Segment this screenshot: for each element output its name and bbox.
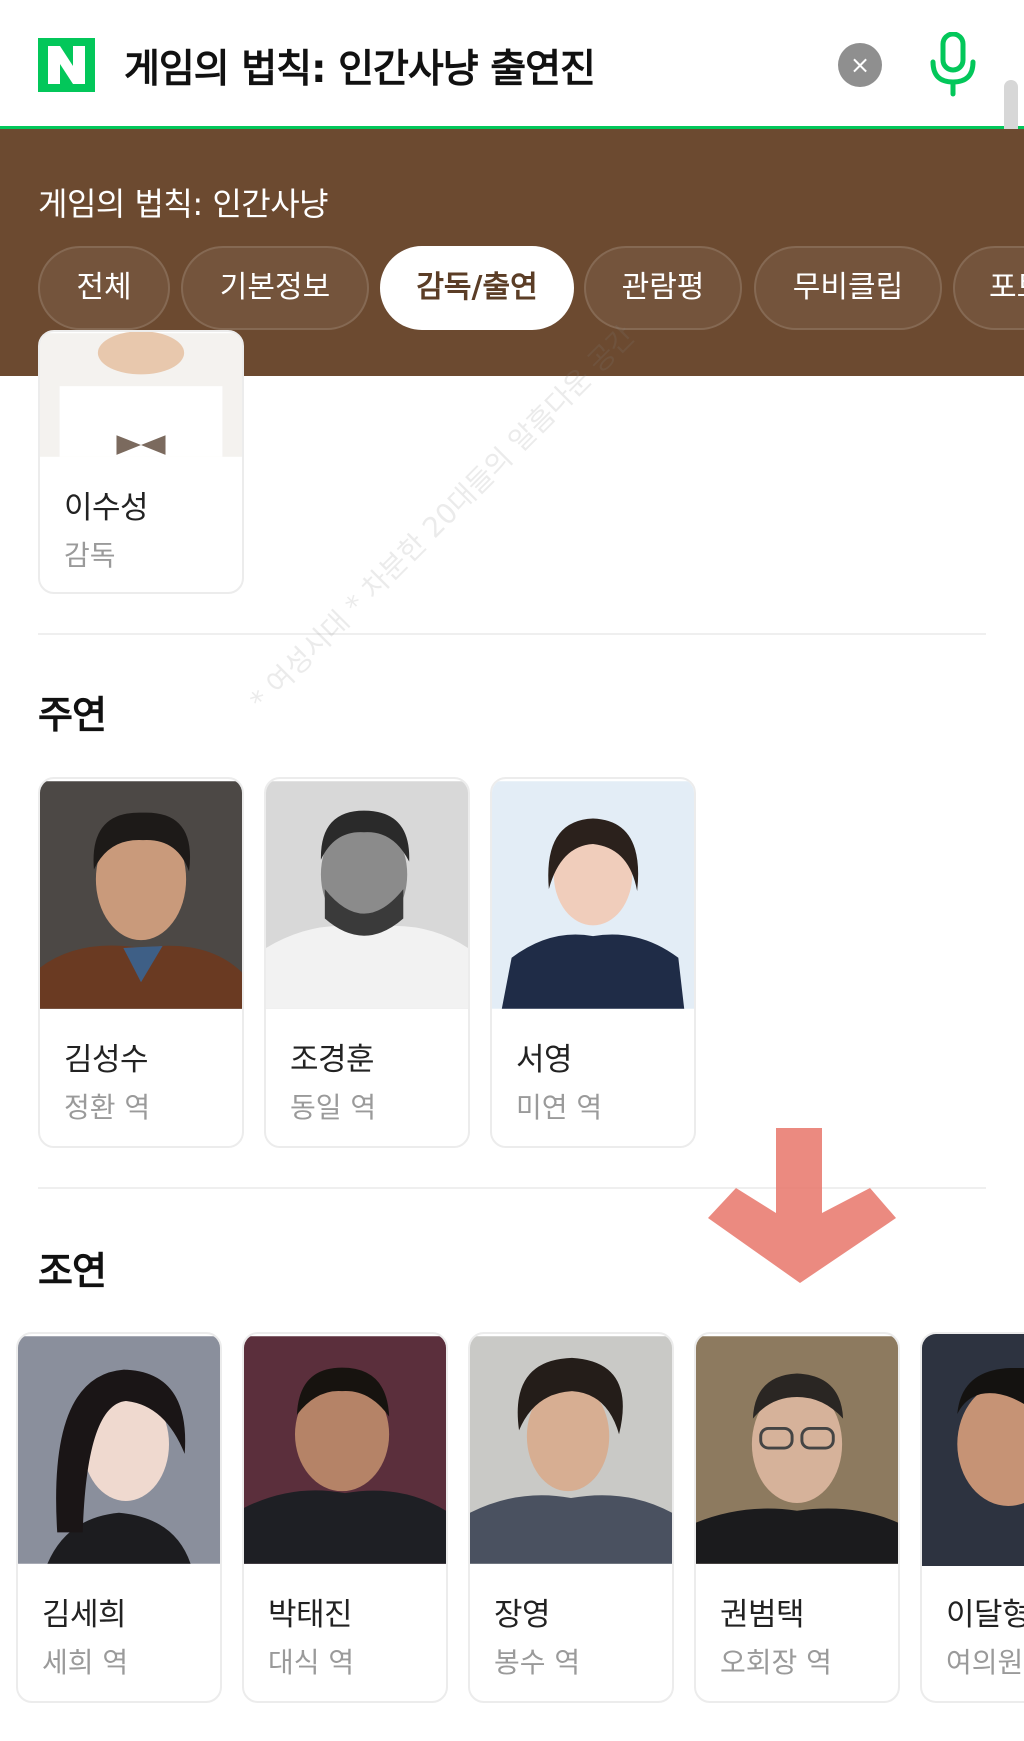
divider xyxy=(38,633,986,635)
cast-card[interactable]: 김세희 세희 역 xyxy=(16,1332,222,1703)
actor-photo xyxy=(696,1336,898,1564)
naver-logo-icon[interactable] xyxy=(38,38,95,92)
person-name: 이달형 xyxy=(946,1597,1024,1633)
tab-photos[interactable]: 포토 xyxy=(953,246,1024,330)
cast-card[interactable]: 김성수 정환 역 xyxy=(38,777,244,1148)
person-role: 세희 역 xyxy=(42,1646,129,1679)
cast-card[interactable]: 서영 미연 역 xyxy=(490,777,696,1148)
person-role: 정환 역 xyxy=(64,1091,151,1124)
person-role: 오회장 역 xyxy=(720,1646,832,1679)
arrow-down-icon xyxy=(708,1128,896,1283)
person-name: 장영 xyxy=(494,1597,551,1633)
actor-photo xyxy=(922,1334,1024,1566)
cast-card[interactable]: 권범택 오회장 역 xyxy=(694,1332,900,1703)
section-title-main-cast: 주연 xyxy=(38,693,107,737)
actor-photo xyxy=(266,781,468,1009)
watermark: * 여성시대 * 차분한 20대들의 알흠다운 공간 xyxy=(243,319,642,717)
search-query[interactable]: 게임의 법칙: 인간사냥 출연진 xyxy=(124,38,596,94)
cast-card[interactable]: 장영 봉수 역 xyxy=(468,1332,674,1703)
person-role: 감독 xyxy=(64,539,116,572)
actor-photo xyxy=(470,1336,672,1564)
actor-photo xyxy=(244,1336,446,1564)
person-name: 이수성 xyxy=(64,490,149,526)
tab-all[interactable]: 전체 xyxy=(38,246,170,330)
person-role: 동일 역 xyxy=(290,1091,377,1124)
microphone-icon[interactable] xyxy=(926,32,980,98)
tab-basic-info[interactable]: 기본정보 xyxy=(181,246,369,330)
person-name: 권범택 xyxy=(720,1597,805,1633)
director-card[interactable]: 이수성 감독 xyxy=(38,330,244,594)
tab-cast-crew[interactable]: 감독/출연 xyxy=(380,246,574,330)
person-name: 김성수 xyxy=(64,1042,149,1078)
actor-photo xyxy=(492,781,694,1009)
cast-card[interactable]: 이달형 여의원 역 xyxy=(920,1332,1024,1703)
clear-search-button[interactable]: × xyxy=(838,43,882,87)
search-bar: 게임의 법칙: 인간사냥 출연진 × xyxy=(0,0,1024,140)
director-photo xyxy=(40,332,242,457)
tab-movie-clips[interactable]: 무비클립 xyxy=(754,246,942,330)
person-name: 서영 xyxy=(516,1042,573,1078)
person-role: 대식 역 xyxy=(268,1646,355,1679)
person-role: 미연 역 xyxy=(516,1091,603,1124)
person-name: 조경훈 xyxy=(290,1042,375,1078)
tab-reviews[interactable]: 관람평 xyxy=(584,246,742,330)
actor-photo xyxy=(18,1336,220,1564)
actor-photo xyxy=(40,781,242,1009)
person-role: 여의원 역 xyxy=(946,1646,1024,1679)
person-name: 김세희 xyxy=(42,1597,127,1633)
person-name: 박태진 xyxy=(268,1597,353,1633)
cast-card[interactable]: 박태진 대식 역 xyxy=(242,1332,448,1703)
movie-title[interactable]: 게임의 법칙: 인간사냥 xyxy=(38,179,329,225)
close-icon: × xyxy=(849,51,871,79)
person-role: 봉수 역 xyxy=(494,1646,581,1679)
cast-card[interactable]: 조경훈 동일 역 xyxy=(264,777,470,1148)
section-title-supporting-cast: 조연 xyxy=(38,1249,107,1293)
